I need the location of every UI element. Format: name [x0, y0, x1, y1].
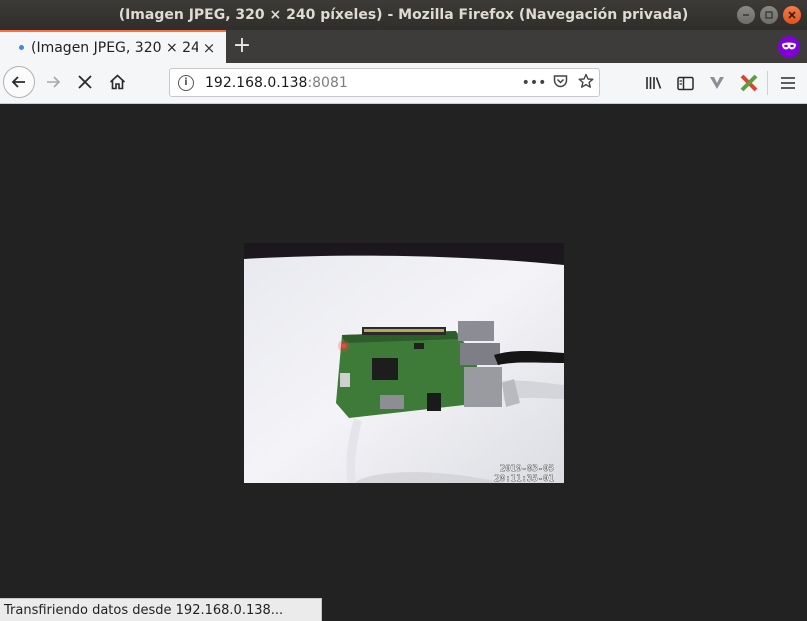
close-icon — [788, 11, 796, 19]
tab-active[interactable]: (Imagen JPEG, 320 × 240 píxeles) × — [0, 30, 226, 63]
url-host: 192.168.0.138 — [205, 74, 308, 91]
stop-button[interactable] — [70, 67, 100, 97]
window-titlebar: (Imagen JPEG, 320 × 240 píxeles) - Mozil… — [0, 0, 807, 30]
sidebar-button[interactable] — [674, 72, 696, 94]
tab-title: (Imagen JPEG, 320 × 240 píxeles) — [31, 39, 198, 56]
extension-v-icon — [710, 77, 724, 89]
url-bar[interactable]: i 192.168.0.138 :8081 ••• — [169, 68, 600, 97]
page-content: 2019-03-05 20:11:35-01 — [0, 104, 807, 621]
extension-x-icon — [740, 74, 758, 92]
window-title: (Imagen JPEG, 320 × 240 píxeles) - Mozil… — [118, 7, 689, 23]
loading-dot-icon — [19, 45, 24, 50]
forward-button[interactable] — [38, 67, 68, 97]
image-timestamp-date: 2019-03-05 — [500, 464, 554, 474]
extension-v-button[interactable] — [706, 72, 728, 94]
library-icon — [646, 77, 662, 89]
status-text: Transfiriendo datos desde 192.168.0.138.… — [4, 602, 284, 618]
bookmark-star-icon[interactable] — [573, 73, 599, 93]
navigation-toolbar: i 192.168.0.138 :8081 ••• — [0, 63, 807, 104]
back-button[interactable] — [3, 66, 35, 98]
status-panel: Transfiriendo datos desde 192.168.0.138.… — [0, 598, 322, 621]
maximize-icon — [765, 11, 773, 19]
maximize-button[interactable] — [760, 6, 778, 24]
library-button[interactable] — [643, 72, 665, 94]
window-controls — [737, 6, 801, 24]
home-button[interactable] — [102, 67, 132, 97]
sidebar-icon — [676, 76, 694, 90]
image-timestamp-time: 20:11:35-01 — [494, 474, 554, 483]
back-arrow-icon — [11, 76, 25, 88]
minimize-button[interactable] — [737, 6, 755, 24]
hamburger-menu-icon — [781, 77, 795, 89]
new-tab-button[interactable]: + — [230, 33, 254, 59]
minimize-icon — [743, 14, 749, 16]
tab-close-button[interactable]: × — [198, 39, 220, 57]
close-window-button[interactable] — [783, 6, 801, 24]
jpeg-image[interactable]: 2019-03-05 20:11:35-01 — [244, 243, 564, 483]
info-icon[interactable]: i — [178, 74, 194, 91]
home-icon — [109, 74, 125, 90]
url-port: :8081 — [307, 74, 348, 91]
pocket-icon[interactable] — [547, 74, 573, 92]
stop-icon — [78, 75, 92, 89]
tab-strip: (Imagen JPEG, 320 × 240 píxeles) × + — [0, 30, 807, 63]
private-browsing-mask-icon — [778, 36, 800, 58]
page-actions-icon[interactable]: ••• — [521, 75, 547, 91]
extension-x-button[interactable] — [738, 72, 760, 94]
toolbar-separator — [767, 71, 768, 95]
menu-button[interactable] — [777, 72, 799, 94]
forward-arrow-icon — [47, 76, 61, 88]
